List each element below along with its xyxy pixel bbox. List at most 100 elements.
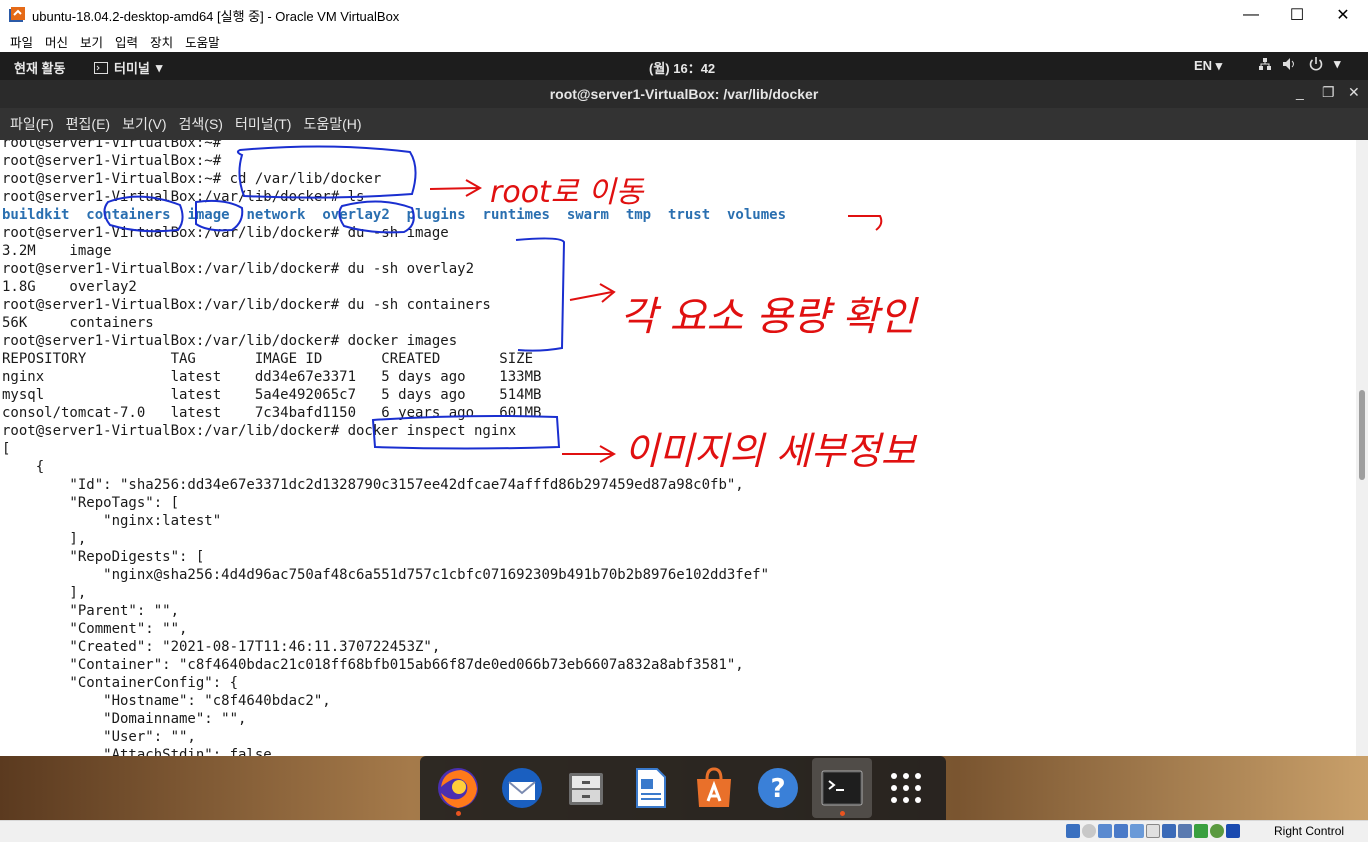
clock[interactable]: (월) 16：42 xyxy=(649,58,715,77)
terminal-restore-icon[interactable]: ❐ xyxy=(1322,84,1335,101)
caret-down-icon: ▾ xyxy=(155,59,163,75)
terminal-small-icon xyxy=(94,61,108,74)
terminal-line: "nginx@sha256:4d4d96ac750af48c6a551d757c… xyxy=(2,567,770,583)
activities-button[interactable]: 현재 활동 xyxy=(14,58,65,77)
terminal-line: "Id": "sha256:dd34e67e3371dc2d1328790c31… xyxy=(2,477,744,493)
term-menu-search[interactable]: 검색(S) xyxy=(173,114,229,134)
terminal-menubar: 파일(F) 편집(E) 보기(V) 검색(S) 터미널(T) 도움말(H) xyxy=(0,108,1368,140)
running-indicator xyxy=(456,811,461,816)
ls-dir-tmp: tmp xyxy=(625,207,652,223)
network-adapter-icon[interactable] xyxy=(1114,824,1128,838)
terminal-line: 1.8G overlay2 xyxy=(2,279,137,295)
maximize-icon: ☐ xyxy=(1289,7,1305,24)
terminal-line: root@server1-VirtualBox:/var/lib/docker#… xyxy=(2,189,365,205)
vbox-window-title: ubuntu-18.04.2-desktop-amd64 [실행 중] - Or… xyxy=(32,8,400,24)
software-icon xyxy=(697,767,731,807)
terminal-line: root@server1-VirtualBox:/var/lib/docker#… xyxy=(2,333,458,349)
firefox-icon xyxy=(438,768,478,808)
running-indicator xyxy=(840,811,845,816)
terminal-line: { xyxy=(2,459,45,475)
maximize-button[interactable]: ☐ xyxy=(1274,0,1320,30)
dock-writer[interactable] xyxy=(620,758,680,818)
ls-dir-overlay2: overlay2 xyxy=(322,207,390,223)
vbox-menu-devices[interactable]: 장치 xyxy=(144,32,179,51)
vbox-menu-file[interactable]: 파일 xyxy=(4,32,39,51)
vbox-menu-help[interactable]: 도움말 xyxy=(179,32,226,51)
terminal-window[interactable]: root@server1-VirtualBox: /var/lib/docker… xyxy=(0,80,1368,756)
app-menu-label: 터미널 xyxy=(114,61,150,76)
terminal-line: mysql latest 5a4e492065c7 5 days ago 514… xyxy=(2,387,542,403)
vbox-menu-view[interactable]: 보기 xyxy=(74,32,109,51)
language-label: EN xyxy=(1194,58,1213,73)
ls-dir-swarm: swarm xyxy=(566,207,609,223)
files-icon xyxy=(569,773,603,805)
dock-help[interactable]: ? xyxy=(748,758,808,818)
cpu-icon[interactable] xyxy=(1194,824,1208,838)
close-button[interactable]: ✕ xyxy=(1320,0,1366,30)
ls-dir-network: network xyxy=(246,207,306,223)
scrollbar-thumb[interactable] xyxy=(1359,390,1365,480)
terminal-icon xyxy=(821,770,863,806)
app-grid-icon xyxy=(891,773,921,803)
network-icon xyxy=(1259,58,1271,70)
recording-icon[interactable] xyxy=(1178,824,1192,838)
ls-dir-trust: trust xyxy=(667,207,711,223)
hdd-icon[interactable] xyxy=(1066,824,1080,838)
terminal-titlebar[interactable]: root@server1-VirtualBox: /var/lib/docker… xyxy=(0,80,1368,108)
shared-folders-icon[interactable] xyxy=(1146,824,1160,838)
terminal-line: "Hostname": "c8f4640bdac2", xyxy=(2,693,331,709)
keyboard-capture-icon[interactable] xyxy=(1226,824,1240,838)
terminal-minimize-icon[interactable]: _ xyxy=(1296,84,1304,100)
audio-icon[interactable] xyxy=(1098,824,1112,838)
term-menu-help[interactable]: 도움말(H) xyxy=(297,114,367,134)
minimize-icon: — xyxy=(1243,6,1259,23)
writer-icon xyxy=(636,768,666,808)
app-menu[interactable]: 터미널 ▾ xyxy=(94,58,162,77)
vbox-menu-input[interactable]: 입력 xyxy=(109,32,144,51)
terminal-line: "AttachStdin": false, xyxy=(2,747,281,756)
terminal-line: "Comment": "", xyxy=(2,621,188,637)
gnome-top-bar: 현재 활동 터미널 ▾ (월) 16：42 EN ▾ ▾ xyxy=(0,52,1368,80)
ls-dir-volumes: volumes xyxy=(727,207,787,223)
minimize-button[interactable]: — xyxy=(1228,0,1274,30)
host-key-label: Right Control xyxy=(1274,824,1345,838)
dock-terminal[interactable] xyxy=(812,758,872,818)
dock-show-apps[interactable] xyxy=(876,758,936,818)
term-menu-edit[interactable]: 편집(E) xyxy=(60,114,116,134)
term-menu-view[interactable]: 보기(V) xyxy=(116,114,172,134)
terminal-title: root@server1-VirtualBox: /var/lib/docker xyxy=(549,86,819,102)
vbox-menu-machine[interactable]: 머신 xyxy=(39,32,74,51)
vbox-menubar: 파일 머신 보기 입력 장치 도움말 xyxy=(0,30,1368,52)
guest-screen[interactable]: 현재 활동 터미널 ▾ (월) 16：42 EN ▾ ▾ root@server… xyxy=(0,52,1368,820)
terminal-output[interactable]: root@server1-VirtualBox:~# root@server1-V… xyxy=(0,140,1356,756)
term-menu-file[interactable]: 파일(F) xyxy=(4,114,60,134)
close-icon: ✕ xyxy=(1336,7,1350,24)
dock-thunderbird[interactable] xyxy=(492,758,552,818)
terminal-line: "Container": "c8f4640bdac21c018ff68bfb01… xyxy=(2,657,744,673)
terminal-line: "User": "", xyxy=(2,729,196,745)
terminal-line: nginx latest dd34e67e3371 5 days ago 133… xyxy=(2,369,542,385)
terminal-scrollbar[interactable] xyxy=(1356,140,1368,756)
terminal-line: 56K containers xyxy=(2,315,154,331)
terminal-line: ], xyxy=(2,531,87,547)
term-menu-terminal[interactable]: 터미널(T) xyxy=(229,114,298,134)
terminal-line: root@server1-VirtualBox:/var/lib/docker#… xyxy=(2,225,449,241)
thunderbird-icon xyxy=(502,768,542,808)
language-indicator[interactable]: EN ▾ xyxy=(1194,58,1222,74)
terminal-close-icon[interactable]: ✕ xyxy=(1348,84,1360,101)
dock-files[interactable] xyxy=(556,758,616,818)
terminal-line: "Created": "2021-08-17T11:46:11.37072245… xyxy=(2,639,441,655)
system-menu[interactable]: ▾ xyxy=(1258,56,1341,72)
terminal-line: root@server1-VirtualBox:/var/lib/docker#… xyxy=(2,423,517,439)
dock-software[interactable] xyxy=(684,758,744,818)
dock-firefox[interactable] xyxy=(428,758,488,818)
terminal-line: root@server1-VirtualBox:~# xyxy=(2,140,222,151)
mouse-integration-icon[interactable] xyxy=(1210,824,1224,838)
terminal-line: buildkit containers image network overla… xyxy=(2,206,786,224)
terminal-line: "Parent": "", xyxy=(2,603,180,619)
display-icon[interactable] xyxy=(1162,824,1176,838)
usb-icon[interactable] xyxy=(1130,824,1144,838)
optical-drive-icon[interactable] xyxy=(1082,824,1096,838)
terminal-line: [ xyxy=(2,441,11,457)
vbox-status-icons xyxy=(1066,824,1240,838)
